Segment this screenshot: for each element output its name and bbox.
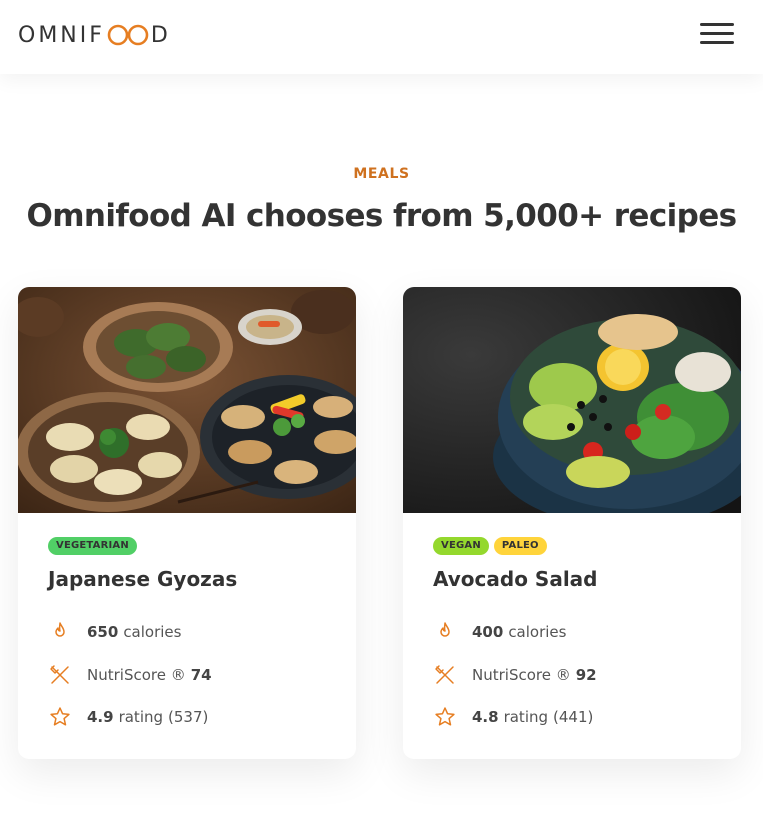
tag-vegan: VEGAN — [433, 537, 489, 555]
star-icon — [50, 707, 70, 726]
restaurant-utensils-icon — [50, 665, 69, 684]
avocado-salad-photo — [403, 287, 741, 513]
meal-tags: VEGAN PALEO — [433, 537, 547, 555]
tag-paleo: PALEO — [493, 537, 547, 555]
infinity-logo-icon — [107, 24, 149, 46]
restaurant-utensils-icon — [435, 665, 454, 684]
omnifood-logo[interactable]: OMNIF D — [18, 22, 171, 48]
meal-rating: 4.8 rating (441) — [433, 705, 593, 729]
meal-nutriscore: NutriScore ® 74 — [48, 663, 217, 687]
logo-text-prefix: OMNIF — [18, 22, 105, 48]
meal-calories: 650 calories — [48, 620, 181, 644]
meal-rating: 4.9 rating (537) — [48, 705, 208, 729]
meal-nutriscore: NutriScore ® 92 — [433, 663, 602, 687]
logo-text-suffix: D — [150, 22, 171, 48]
flame-icon — [440, 622, 450, 637]
flame-icon — [55, 622, 65, 637]
section-label: MEALS — [353, 166, 410, 182]
meal-title: Japanese Gyozas — [48, 567, 238, 591]
gyozas-photo — [18, 287, 356, 513]
star-icon — [435, 707, 455, 726]
meal-card-avocado-salad[interactable]: VEGAN PALEO Avocado Salad 400 calories N… — [403, 287, 741, 759]
section-title: Omnifood AI chooses from 5,000+ recipes — [26, 198, 737, 234]
site-header: OMNIF D — [0, 0, 763, 74]
meal-title: Avocado Salad — [433, 567, 598, 591]
tag-vegetarian: VEGETARIAN — [48, 537, 137, 555]
meal-card-japanese-gyozas[interactable]: VEGETARIAN Japanese Gyozas 650 calories … — [18, 287, 356, 759]
meal-calories: 400 calories — [433, 620, 566, 644]
meal-tags: VEGETARIAN — [48, 537, 137, 555]
hamburger-menu-icon[interactable] — [698, 20, 738, 48]
